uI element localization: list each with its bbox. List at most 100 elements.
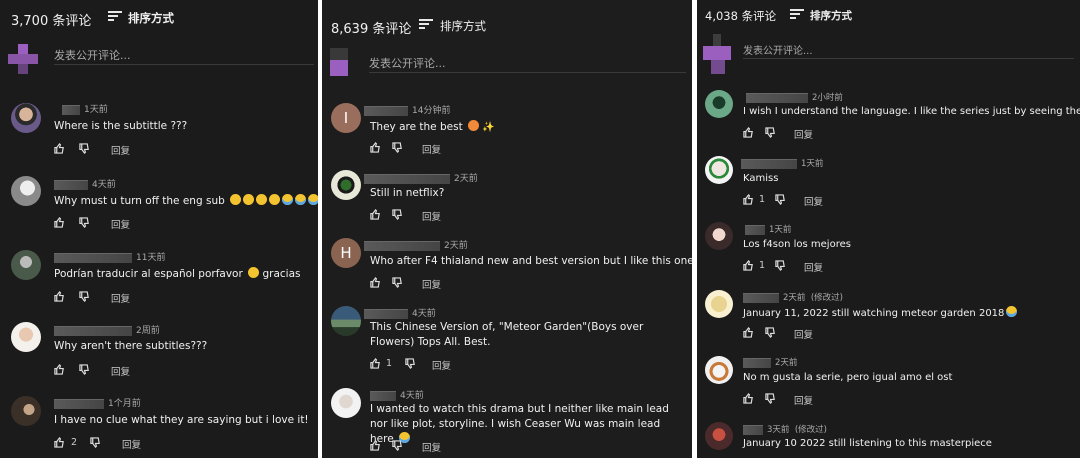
avatar[interactable] [705, 156, 733, 184]
reply-button[interactable]: 回复 [422, 142, 441, 156]
comment-meta: 4天前 [370, 388, 424, 401]
dislike-icon[interactable] [392, 277, 403, 288]
sad-emoji-icon [256, 194, 268, 205]
dislike-icon[interactable] [392, 142, 403, 153]
dislike-icon[interactable] [765, 127, 776, 138]
comment-time[interactable]: 3天前 [767, 425, 789, 435]
like-icon[interactable] [370, 358, 381, 369]
like-icon[interactable] [743, 260, 754, 271]
like-icon[interactable] [370, 440, 381, 451]
sort-icon[interactable] [108, 11, 122, 22]
sort-icon[interactable] [419, 19, 433, 30]
like-icon[interactable] [743, 327, 754, 338]
reply-button[interactable]: 回复 [794, 393, 813, 407]
dislike-icon[interactable] [90, 437, 101, 448]
reply-button[interactable]: 回复 [111, 143, 130, 157]
dislike-icon[interactable] [79, 364, 90, 375]
comment-input[interactable]: 发表公开评论... [54, 47, 131, 63]
reply-button[interactable]: 回复 [111, 217, 130, 231]
comment-meta: 1个月前 [54, 396, 141, 409]
reply-button[interactable]: 回复 [422, 277, 441, 291]
dislike-icon[interactable] [79, 143, 90, 154]
reply-button[interactable]: 回复 [111, 291, 130, 305]
like-icon[interactable] [54, 364, 65, 375]
comment-time[interactable]: 1个月前 [108, 399, 141, 409]
avatar[interactable]: H [331, 238, 361, 268]
reply-button[interactable]: 回复 [804, 194, 823, 208]
comment-time[interactable]: 2天前 [775, 358, 797, 368]
comment-time[interactable]: 14分钟前 [412, 106, 450, 116]
dislike-icon[interactable] [392, 209, 403, 220]
reply-button[interactable]: 回复 [111, 364, 130, 378]
avatar[interactable]: I [331, 103, 361, 133]
comment-time[interactable]: 1天前 [769, 225, 791, 235]
comment-text: January 10 2022 still listening to this … [743, 438, 992, 449]
dislike-icon[interactable] [775, 260, 786, 271]
comment-time[interactable]: 2周前 [136, 326, 160, 336]
comment-body: They are the best [370, 121, 463, 133]
dislike-icon[interactable] [392, 440, 403, 451]
blurred-username [364, 105, 408, 116]
comment-body: Who after F4 thialand new and best versi… [370, 255, 692, 267]
blurred-username [745, 224, 765, 235]
comment-time[interactable]: 1天前 [84, 105, 108, 115]
dislike-icon[interactable] [79, 291, 90, 302]
crying-emoji-icon [1006, 306, 1018, 317]
comment-time[interactable]: 1天前 [801, 159, 823, 169]
like-icon[interactable] [54, 437, 65, 448]
dislike-icon[interactable] [765, 393, 776, 404]
like-icon[interactable] [54, 291, 65, 302]
comment-text: I wanted to watch this drama but I neith… [370, 402, 685, 447]
avatar[interactable] [331, 388, 361, 418]
avatar[interactable] [11, 396, 41, 426]
reply-button[interactable]: 回复 [794, 327, 813, 341]
reply-button[interactable]: 回复 [422, 440, 441, 454]
avatar[interactable] [331, 306, 361, 336]
like-icon[interactable] [54, 217, 65, 228]
comment-time[interactable]: 4天前 [412, 309, 436, 319]
comment-text: They are the best ✨ [370, 120, 495, 133]
comment-input[interactable]: 发表公开评论... [369, 55, 446, 71]
comment-time[interactable]: 2天前 [783, 293, 805, 303]
dislike-icon[interactable] [765, 327, 776, 338]
avatar[interactable] [11, 250, 41, 280]
sort-icon[interactable] [790, 9, 804, 20]
avatar[interactable] [705, 356, 733, 384]
avatar[interactable] [11, 176, 41, 206]
comment-time[interactable]: 4天前 [400, 391, 424, 401]
reply-button[interactable]: 回复 [122, 437, 141, 451]
sort-button[interactable]: 排序方式 [810, 8, 852, 23]
reply-button[interactable]: 回复 [794, 127, 813, 141]
reply-button[interactable]: 回复 [804, 260, 823, 274]
avatar[interactable] [11, 322, 41, 352]
avatar[interactable] [11, 103, 41, 133]
avatar[interactable] [705, 290, 733, 318]
sort-button[interactable]: 排序方式 [440, 18, 486, 34]
like-icon[interactable] [370, 209, 381, 220]
reply-button[interactable]: 回复 [432, 358, 451, 372]
comment-time[interactable]: 2天前 [454, 174, 478, 184]
like-icon[interactable] [370, 277, 381, 288]
comment-time[interactable]: 4天前 [92, 180, 116, 190]
comment-time[interactable]: 11天前 [136, 253, 165, 263]
dislike-icon[interactable] [405, 358, 416, 369]
comment-input[interactable]: 发表公开评论... [743, 42, 813, 57]
like-icon[interactable] [743, 127, 754, 138]
dislike-icon[interactable] [79, 217, 90, 228]
like-icon[interactable] [370, 142, 381, 153]
avatar[interactable] [705, 90, 733, 118]
reply-button[interactable]: 回复 [422, 209, 441, 223]
avatar[interactable] [705, 422, 733, 450]
avatar[interactable] [705, 222, 733, 250]
like-icon[interactable] [54, 143, 65, 154]
like-icon[interactable] [743, 194, 754, 205]
like-icon[interactable] [743, 393, 754, 404]
dislike-icon[interactable] [775, 194, 786, 205]
comment-time[interactable]: 2天前 [444, 241, 468, 251]
comment-time[interactable]: 2小时前 [812, 93, 843, 103]
avatar[interactable] [331, 170, 361, 200]
blurred-username [62, 104, 80, 115]
comment-meta: 11天前 [54, 250, 165, 263]
comment-text: This Chinese Version of, "Meteor Garden"… [370, 321, 644, 348]
sort-button[interactable]: 排序方式 [128, 10, 174, 26]
